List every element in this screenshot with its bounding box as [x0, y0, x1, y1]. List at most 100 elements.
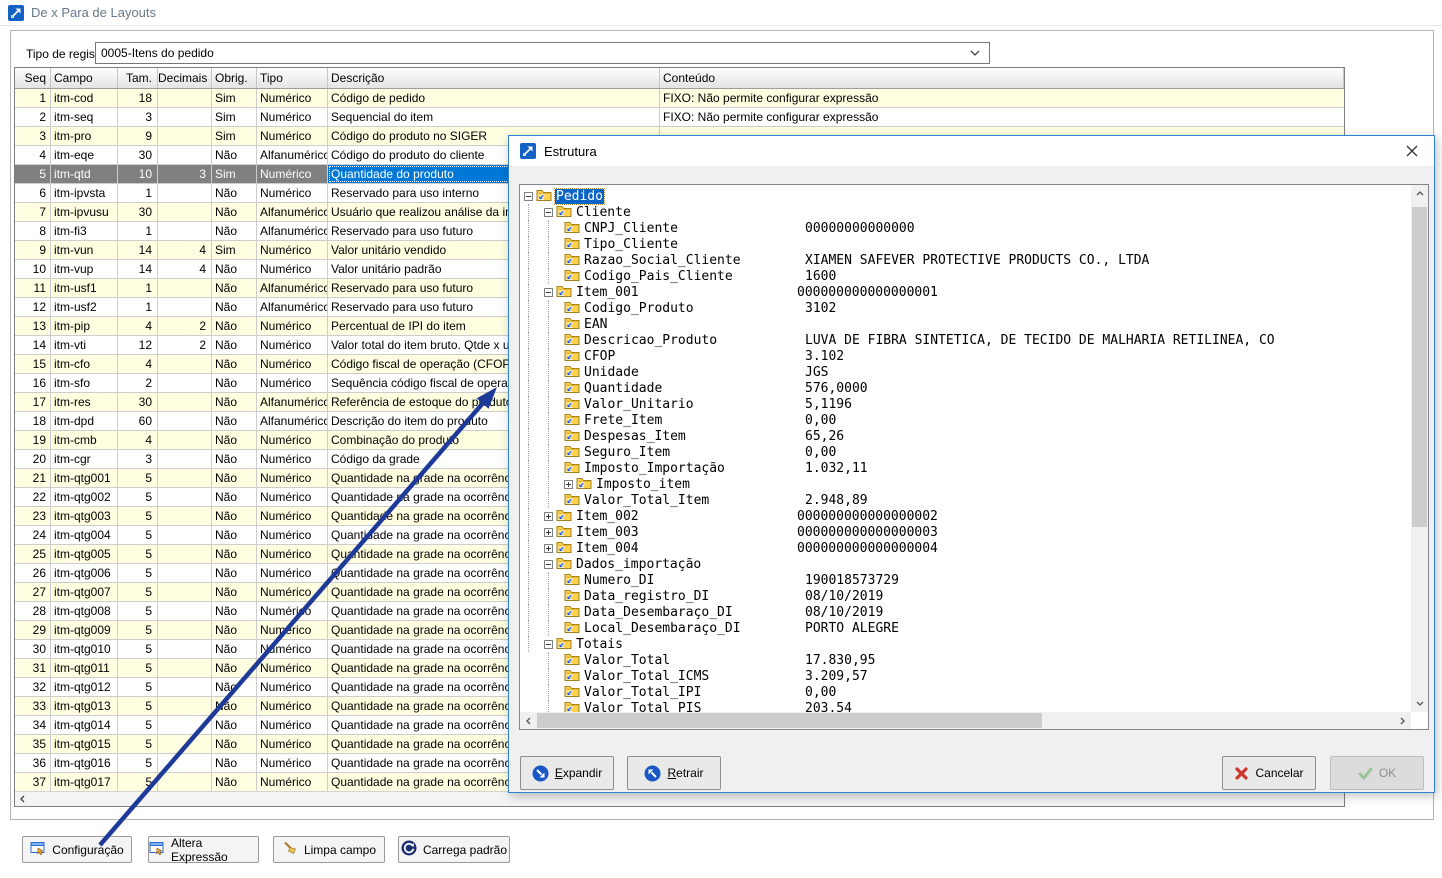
cell[interactable]: Não: [212, 583, 257, 601]
cell[interactable]: Numérico: [257, 507, 328, 525]
cell[interactable]: [158, 545, 212, 563]
tree-node[interactable]: Despesas_Item65,26: [520, 428, 1411, 444]
cell[interactable]: FIXO: Não permite configurar expressão: [660, 89, 1344, 107]
cell[interactable]: [158, 716, 212, 734]
cell[interactable]: [158, 507, 212, 525]
cell[interactable]: 17: [15, 393, 51, 411]
cell[interactable]: 9: [15, 241, 51, 259]
tree-node[interactable]: Dados_importação: [520, 556, 1411, 572]
cell[interactable]: 24: [15, 526, 51, 544]
cell[interactable]: 4: [158, 260, 212, 278]
cell[interactable]: [158, 279, 212, 297]
cell[interactable]: 20: [15, 450, 51, 468]
tree-node[interactable]: Local_Desembaraço_DIPORTO ALEGRE: [520, 620, 1411, 636]
cell[interactable]: itm-qtg001: [51, 469, 118, 487]
cell[interactable]: Numérico: [257, 374, 328, 392]
cell[interactable]: Numérico: [257, 355, 328, 373]
tree-expand-icon[interactable]: [544, 528, 553, 537]
cell[interactable]: 30: [118, 146, 158, 164]
cell[interactable]: 26: [15, 564, 51, 582]
tree-node[interactable]: Numero_DI190018573729: [520, 572, 1411, 588]
tree-node[interactable]: Valor_Unitario5,1196: [520, 396, 1411, 412]
cell[interactable]: 5: [118, 545, 158, 563]
cell[interactable]: itm-dpd: [51, 412, 118, 430]
tree-node[interactable]: Item_003000000000000000003: [520, 524, 1411, 540]
cell[interactable]: 7: [15, 203, 51, 221]
cell[interactable]: 35: [15, 735, 51, 753]
cell[interactable]: Alfanumérico: [257, 298, 328, 316]
cell[interactable]: Não: [212, 564, 257, 582]
scroll-right-button[interactable]: [1394, 712, 1411, 729]
tree-collapse-icon[interactable]: [544, 288, 553, 297]
tree-node[interactable]: Totais: [520, 636, 1411, 652]
tree-node[interactable]: Data_Desembaraço_DI08/10/2019: [520, 604, 1411, 620]
cell[interactable]: [158, 583, 212, 601]
cell[interactable]: 5: [118, 602, 158, 620]
cell[interactable]: Numérico: [257, 583, 328, 601]
cell[interactable]: 2: [158, 317, 212, 335]
cell[interactable]: Numérico: [257, 526, 328, 544]
cell[interactable]: Numérico: [257, 241, 328, 259]
cell[interactable]: 15: [15, 355, 51, 373]
tree-node[interactable]: Item_001000000000000000001: [520, 284, 1411, 300]
limpa-campo-button[interactable]: Limpa campo: [273, 836, 385, 863]
ok-button[interactable]: OK: [1330, 756, 1424, 790]
cell[interactable]: Não: [212, 678, 257, 696]
cell[interactable]: 25: [15, 545, 51, 563]
cell[interactable]: Sequencial do item: [328, 108, 660, 126]
retrair-button[interactable]: Retrair: [627, 756, 721, 790]
cell[interactable]: itm-usf2: [51, 298, 118, 316]
cell[interactable]: itm-vti: [51, 336, 118, 354]
tree-node[interactable]: CNPJ_Cliente00000000000000: [520, 220, 1411, 236]
cell[interactable]: Não: [212, 773, 257, 791]
tree-expand-icon[interactable]: [544, 544, 553, 553]
cell[interactable]: 30: [118, 393, 158, 411]
cell[interactable]: [158, 127, 212, 145]
cell[interactable]: Não: [212, 412, 257, 430]
tree-node[interactable]: Valor_Total_Item2.948,89: [520, 492, 1411, 508]
cell[interactable]: 5: [118, 488, 158, 506]
cell[interactable]: Não: [212, 659, 257, 677]
cell[interactable]: [158, 602, 212, 620]
cell[interactable]: 14: [118, 241, 158, 259]
tree-node[interactable]: Valor_Total17.830,95: [520, 652, 1411, 668]
cell[interactable]: Não: [212, 279, 257, 297]
scroll-down-button[interactable]: [1411, 695, 1428, 712]
cell[interactable]: 34: [15, 716, 51, 734]
cell[interactable]: [158, 393, 212, 411]
cell[interactable]: Alfanumérico: [257, 222, 328, 240]
cell[interactable]: itm-qtg008: [51, 602, 118, 620]
cell[interactable]: Numérico: [257, 89, 328, 107]
vertical-scrollbar[interactable]: [1411, 185, 1428, 712]
cell[interactable]: Não: [212, 298, 257, 316]
tree-node[interactable]: Razao_Social_ClienteXIAMEN SAFEVER PROTE…: [520, 252, 1411, 268]
tree-node[interactable]: Tipo_Cliente: [520, 236, 1411, 252]
cell[interactable]: [158, 355, 212, 373]
cell[interactable]: Não: [212, 374, 257, 392]
cell[interactable]: 3: [118, 450, 158, 468]
cell[interactable]: 4: [118, 355, 158, 373]
cell[interactable]: itm-qtg017: [51, 773, 118, 791]
cell[interactable]: Sim: [212, 241, 257, 259]
cell[interactable]: itm-qtg006: [51, 564, 118, 582]
cell[interactable]: itm-vup: [51, 260, 118, 278]
scroll-left-button[interactable]: [15, 792, 31, 806]
cell[interactable]: 1: [118, 222, 158, 240]
column-header-contedo[interactable]: Conteúdo: [660, 68, 1344, 88]
cell[interactable]: [158, 374, 212, 392]
tree-node[interactable]: Quantidade576,0000: [520, 380, 1411, 396]
cell[interactable]: [158, 298, 212, 316]
cell[interactable]: 3: [118, 108, 158, 126]
cell[interactable]: 5: [118, 735, 158, 753]
tree-node[interactable]: Valor_Total_ICMS3.209,57: [520, 668, 1411, 684]
tree-node[interactable]: Valor_Total_PIS203,54: [520, 700, 1411, 712]
cell[interactable]: 22: [15, 488, 51, 506]
cell[interactable]: [158, 412, 212, 430]
cell[interactable]: 4: [15, 146, 51, 164]
cell[interactable]: 3: [158, 165, 212, 183]
cell[interactable]: Numérico: [257, 469, 328, 487]
cell[interactable]: itm-cmb: [51, 431, 118, 449]
column-header-campo[interactable]: Campo: [51, 68, 118, 88]
tree-node[interactable]: Codigo_Pais_Cliente1600: [520, 268, 1411, 284]
altera-express-o-button[interactable]: Altera Expressão: [148, 836, 259, 863]
